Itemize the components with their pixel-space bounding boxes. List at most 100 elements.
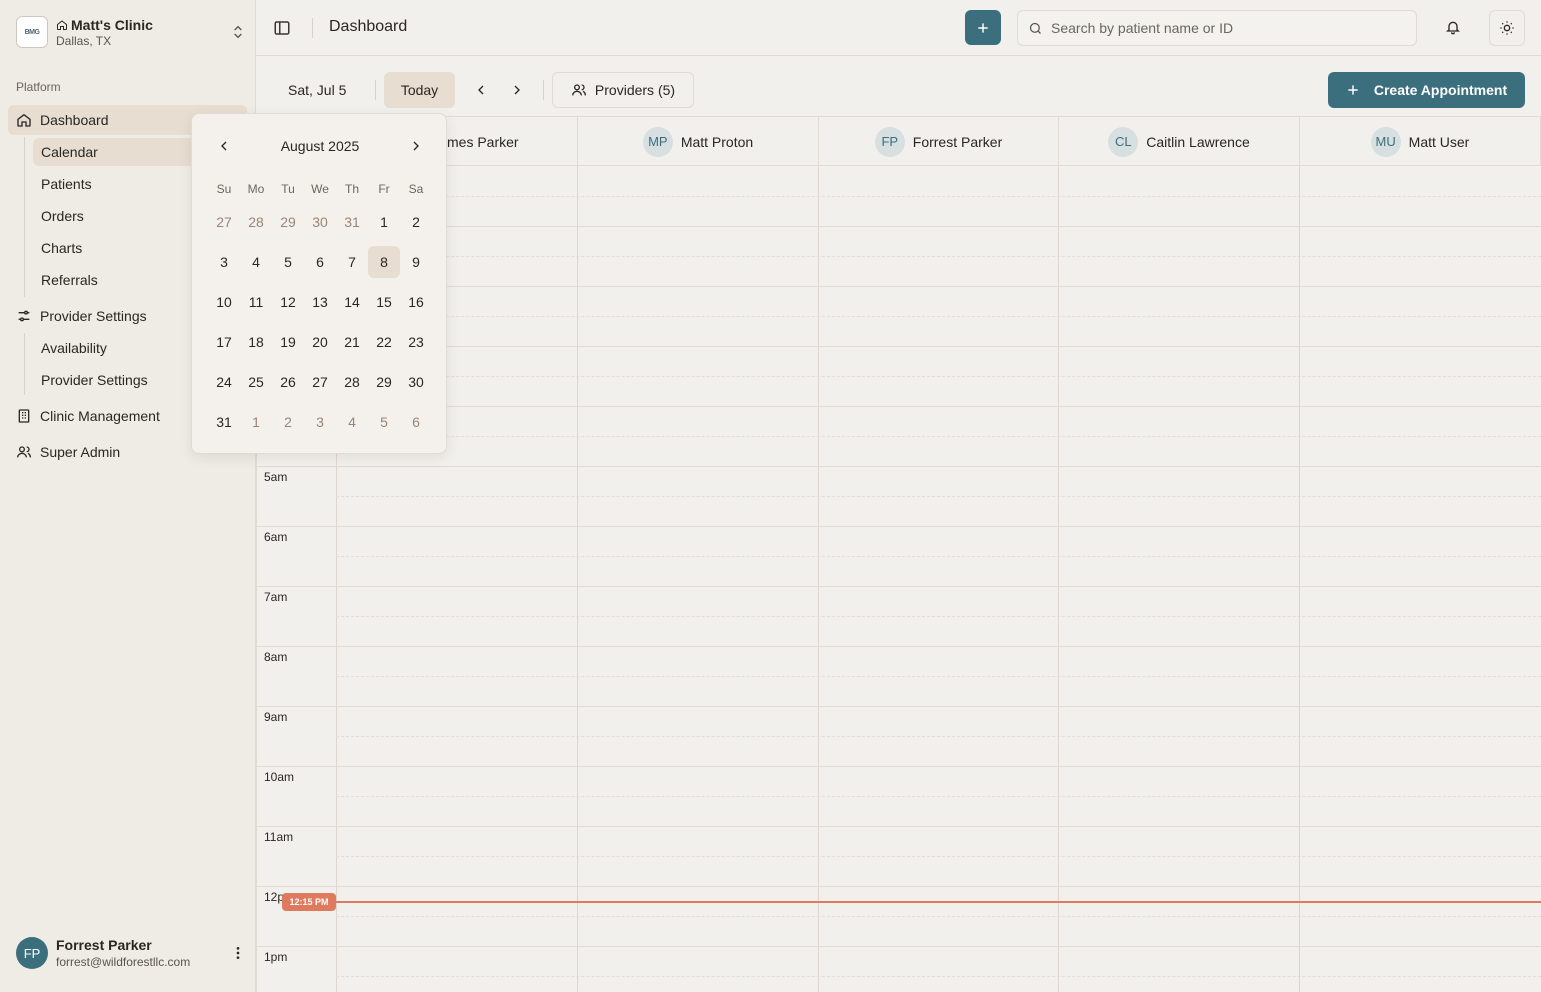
today-button[interactable]: Today	[384, 72, 455, 108]
current-date-button[interactable]: Sat, Jul 5	[288, 82, 346, 98]
calendar-day[interactable]: 3	[304, 406, 336, 438]
half-hour-line	[336, 556, 1541, 557]
clinic-switcher[interactable]: BMG Matt's Clinic Dallas, TX	[16, 14, 246, 50]
calendar-day[interactable]: 1	[368, 206, 400, 238]
search-input[interactable]	[1051, 20, 1391, 36]
time-label: 7am	[264, 590, 288, 604]
chevron-right-icon[interactable]	[408, 138, 424, 154]
create-appointment-button[interactable]: Create Appointment	[1328, 72, 1525, 108]
calendar-day[interactable]: 21	[336, 326, 368, 358]
calendar-day[interactable]: 19	[272, 326, 304, 358]
sidebar-toggle-icon[interactable]	[273, 19, 291, 37]
calendar-day[interactable]: 25	[240, 366, 272, 398]
hour-line	[336, 226, 1541, 227]
calendar-day[interactable]: 7	[336, 246, 368, 278]
providers-filter-button[interactable]: Providers (5)	[552, 72, 694, 108]
half-hour-line	[336, 856, 1541, 857]
half-hour-line	[336, 436, 1541, 437]
calendar-day[interactable]: 28	[240, 206, 272, 238]
calendar-day[interactable]: 12	[272, 286, 304, 318]
provider-header-matt-proton[interactable]: MP Matt Proton	[577, 117, 818, 166]
quick-add-button[interactable]	[965, 10, 1001, 45]
calendar-day[interactable]: 6	[400, 406, 432, 438]
time-label: 6am	[264, 530, 288, 544]
chevron-left-icon[interactable]	[473, 82, 489, 98]
calendar-day[interactable]: 31	[336, 206, 368, 238]
calendar-day[interactable]: 20	[304, 326, 336, 358]
calendar-day[interactable]: 16	[400, 286, 432, 318]
calendar-day[interactable]: 5	[272, 246, 304, 278]
calendar-day[interactable]: 23	[400, 326, 432, 358]
weekday-label: Su	[216, 182, 232, 196]
half-hour-line	[336, 976, 1541, 977]
calendar-day[interactable]: 2	[400, 206, 432, 238]
hour-line	[256, 646, 336, 647]
calendar-day[interactable]: 9	[400, 246, 432, 278]
submenu-line	[24, 333, 25, 395]
clinic-location: Dallas, TX	[56, 33, 112, 48]
half-hour-line	[336, 376, 1541, 377]
provider-header-matt-user[interactable]: MU Matt User	[1299, 117, 1541, 166]
nav-charts-label: Charts	[41, 240, 83, 256]
calendar-day[interactable]: 15	[368, 286, 400, 318]
calendar-day[interactable]: 24	[208, 366, 240, 398]
bell-icon[interactable]	[1445, 19, 1461, 35]
create-appointment-label: Create Appointment	[1373, 82, 1508, 98]
calendar-day[interactable]: 22	[368, 326, 400, 358]
calendar-day[interactable]: 17	[208, 326, 240, 358]
search-box[interactable]	[1017, 10, 1417, 46]
calendar-day[interactable]: 14	[336, 286, 368, 318]
nav-dashboard-label: Dashboard	[40, 112, 109, 128]
calendar-day[interactable]: 1	[240, 406, 272, 438]
hour-line	[256, 586, 336, 587]
theme-toggle-button[interactable]	[1489, 10, 1525, 46]
time-label: 8am	[264, 650, 288, 664]
more-vertical-icon[interactable]	[230, 945, 246, 961]
column-divider	[1058, 166, 1059, 992]
submenu-line	[24, 137, 25, 297]
avatar: FP	[16, 937, 48, 969]
providers-filter-label: Providers (5)	[594, 82, 676, 98]
calendar-day[interactable]: 31	[208, 406, 240, 438]
hour-line	[336, 766, 1541, 767]
calendar-day[interactable]: 11	[240, 286, 272, 318]
calendar-day[interactable]: 27	[208, 206, 240, 238]
calendar-day[interactable]: 3	[208, 246, 240, 278]
calendar-day[interactable]: 4	[336, 406, 368, 438]
calendar-day[interactable]: 29	[272, 206, 304, 238]
provider-header-forrest-parker[interactable]: FP Forrest Parker	[818, 117, 1058, 166]
calendar-day[interactable]: 2	[272, 406, 304, 438]
calendar-day[interactable]: 26	[272, 366, 304, 398]
hour-line	[336, 646, 1541, 647]
users-icon	[571, 84, 586, 96]
search-icon	[1029, 22, 1041, 34]
calendar-day[interactable]: 8	[368, 246, 400, 278]
hour-line	[256, 466, 336, 467]
calendar-day[interactable]: 4	[240, 246, 272, 278]
time-label: 5am	[264, 470, 288, 484]
calendar-day[interactable]: 13	[304, 286, 336, 318]
calendar-day[interactable]: 6	[304, 246, 336, 278]
calendar-day[interactable]: 18	[240, 326, 272, 358]
clinic-name: Matt's Clinic	[71, 16, 153, 33]
date-picker-popup: August 2025 Su Mo Tu We Th Fr Sa 27 28 29 30 31 1 2 3…	[191, 113, 447, 454]
user-menu[interactable]: FP Forrest Parker forrest@wildforestllc.…	[16, 934, 246, 972]
calendar-day[interactable]: 10	[208, 286, 240, 318]
chevron-right-icon[interactable]	[509, 82, 525, 98]
divider	[375, 80, 376, 100]
calendar-day[interactable]: 29	[368, 366, 400, 398]
sliders-icon	[18, 310, 30, 322]
provider-header-caitlin-lawrence[interactable]: CL Caitlin Lawrence	[1058, 117, 1299, 166]
hour-line	[256, 526, 336, 527]
provider-name: Matt User	[1408, 133, 1470, 150]
current-time-line	[336, 901, 1541, 903]
clinic-logo: BMG	[16, 16, 48, 48]
calendar-day[interactable]: 30	[400, 366, 432, 398]
calendar-day[interactable]: 30	[304, 206, 336, 238]
calendar-day[interactable]: 27	[304, 366, 336, 398]
nav-provider-settings-sub-label: Provider Settings	[41, 372, 148, 388]
plus-icon	[1348, 85, 1358, 95]
calendar-day[interactable]: 5	[368, 406, 400, 438]
provider-name: Caitlin Lawrence	[1146, 133, 1250, 150]
calendar-day[interactable]: 28	[336, 366, 368, 398]
